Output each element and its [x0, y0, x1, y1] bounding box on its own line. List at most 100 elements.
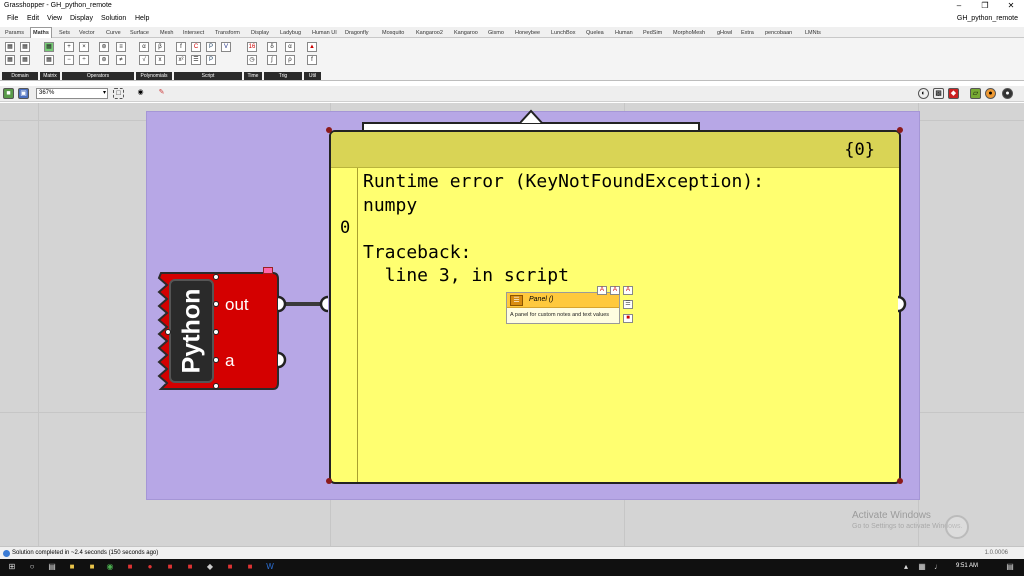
divide-operator-icon[interactable]: ÷: [79, 55, 89, 65]
preview-mesh-icon[interactable]: ▱: [970, 88, 981, 99]
volume-icon[interactable]: ♩: [932, 561, 944, 573]
polynomial-icon[interactable]: √: [139, 55, 149, 65]
preview-eye-icon[interactable]: ◉: [135, 88, 146, 99]
matrix-icon[interactable]: ▦: [44, 55, 54, 65]
menu-display[interactable]: Display: [70, 15, 93, 22]
input-port-label[interactable]: a: [225, 351, 234, 371]
minimize-icon[interactable]: –: [946, 0, 972, 12]
menu-view[interactable]: View: [47, 15, 62, 22]
tab-lunchbox[interactable]: LunchBox: [549, 28, 577, 38]
display-icon[interactable]: ●: [1002, 88, 1013, 99]
open-file-icon[interactable]: ■: [3, 88, 14, 99]
list-icon[interactable]: ☰: [623, 300, 633, 309]
subtract-operator-icon[interactable]: −: [64, 55, 74, 65]
tab-quelea[interactable]: Quelea: [584, 28, 606, 38]
save-icon[interactable]: ▣: [18, 88, 29, 99]
tab-kangaroo2[interactable]: Kangaroo2: [414, 28, 445, 38]
render-icon[interactable]: ●: [985, 88, 996, 99]
menu-help[interactable]: Help: [135, 15, 149, 22]
tab-surface[interactable]: Surface: [128, 28, 151, 38]
operator-icon[interactable]: ⊛: [99, 55, 109, 65]
function-icon[interactable]: f: [307, 55, 317, 65]
notifications-icon[interactable]: ▤: [1004, 561, 1016, 573]
trig-icon[interactable]: ∫: [267, 55, 277, 65]
operator-icon[interactable]: ≡: [116, 42, 126, 52]
app-icon[interactable]: ■: [244, 561, 256, 573]
chrome-icon[interactable]: ◉: [104, 561, 116, 573]
network-icon[interactable]: ▦: [916, 561, 928, 573]
menu-file[interactable]: File: [7, 15, 18, 22]
preview-off-icon[interactable]: ◐: [918, 88, 929, 99]
tab-gismo[interactable]: Gismo: [486, 28, 506, 38]
tab-honeybee[interactable]: Honeybee: [513, 28, 542, 38]
tab-display[interactable]: Display: [249, 28, 271, 38]
menu-solution[interactable]: Solution: [101, 15, 126, 22]
sketch-icon[interactable]: ✎: [156, 88, 167, 99]
font-icon[interactable]: A: [610, 286, 620, 295]
domain-icon[interactable]: ▦: [20, 55, 30, 65]
trig-icon[interactable]: ρ: [285, 55, 295, 65]
app-icon[interactable]: ■: [124, 561, 136, 573]
pdf-icon[interactable]: ■: [224, 561, 236, 573]
preview-shaded-icon[interactable]: ◆: [948, 88, 959, 99]
tab-mosquito[interactable]: Mosquito: [380, 28, 406, 38]
evaluate-icon[interactable]: x²: [176, 55, 186, 65]
python-component[interactable]: Python out a: [157, 267, 279, 391]
clock-icon[interactable]: ◷: [247, 55, 257, 65]
panel-input-grip[interactable]: [318, 295, 334, 313]
tab-transform[interactable]: Transform: [213, 28, 242, 38]
grasshopper-icon[interactable]: ◆: [204, 561, 216, 573]
tab-extra[interactable]: Extra: [739, 28, 756, 38]
python-script-icon[interactable]: P: [206, 42, 216, 52]
tab-maths[interactable]: Maths: [30, 27, 52, 38]
trig-icon[interactable]: α: [285, 42, 295, 52]
menu-edit[interactable]: Edit: [27, 15, 39, 22]
matrix-icon[interactable]: ▦: [44, 42, 54, 52]
polynomial-icon[interactable]: β: [155, 42, 165, 52]
windows-start-icon[interactable]: ⊞: [6, 561, 18, 573]
folder-icon[interactable]: ■: [86, 561, 98, 573]
tab-lmnts[interactable]: LMNts: [803, 28, 823, 38]
output-port-label[interactable]: out: [225, 295, 249, 315]
tab-curve[interactable]: Curve: [104, 28, 123, 38]
calendar-icon[interactable]: 16: [247, 42, 257, 52]
taskbar-clock[interactable]: 9:51 AM: [956, 563, 978, 569]
font-icon[interactable]: A: [623, 286, 633, 295]
tab-morphomesh[interactable]: MorphoMesh: [671, 28, 707, 38]
maximize-icon[interactable]: ❐: [972, 0, 998, 12]
polynomial-icon[interactable]: x: [155, 55, 165, 65]
app-icon[interactable]: ■: [164, 561, 176, 573]
domain-icon[interactable]: ▦: [5, 42, 15, 52]
tab-vector[interactable]: Vector: [77, 28, 97, 38]
tab-ghowl[interactable]: gHowl: [715, 28, 734, 38]
python-script-icon[interactable]: P: [206, 55, 216, 65]
color-swatch-icon[interactable]: ■: [623, 314, 633, 323]
tab-mesh[interactable]: Mesh: [158, 28, 175, 38]
tab-pedsim[interactable]: PedSim: [641, 28, 664, 38]
tab-human-ui[interactable]: Human UI: [310, 28, 339, 38]
tab-human[interactable]: Human: [613, 28, 635, 38]
word-icon[interactable]: W: [264, 561, 276, 573]
task-view-icon[interactable]: ▤: [46, 561, 58, 573]
zoom-select[interactable]: 367% ▾: [36, 88, 108, 99]
tab-ladybug[interactable]: Ladybug: [278, 28, 303, 38]
vb-script-icon[interactable]: V: [221, 42, 231, 52]
domain-icon[interactable]: ▦: [5, 55, 15, 65]
tab-params[interactable]: Params: [3, 28, 26, 38]
script-icon[interactable]: ☰: [191, 55, 201, 65]
multiply-operator-icon[interactable]: ×: [79, 42, 89, 52]
font-icon[interactable]: A: [597, 286, 607, 295]
trig-icon[interactable]: δ: [267, 42, 277, 52]
csharp-script-icon[interactable]: C: [191, 42, 201, 52]
panel-output-grip[interactable]: [896, 295, 912, 313]
tab-kangaroo[interactable]: Kangaroo: [452, 28, 480, 38]
operator-icon[interactable]: ≠: [116, 55, 126, 65]
tab-pencobaan[interactable]: pencobaan: [763, 28, 794, 38]
domain-icon[interactable]: ▦: [20, 42, 30, 52]
graph-icon[interactable]: ▲: [307, 42, 317, 52]
polynomial-icon[interactable]: α: [139, 42, 149, 52]
file-explorer-icon[interactable]: ■: [66, 561, 78, 573]
tray-chevron-icon[interactable]: ▴: [900, 561, 912, 573]
grasshopper-canvas[interactable]: Python out a {0} 0 Runtime error (KeyNot…: [0, 103, 1024, 546]
expression-icon[interactable]: f: [176, 42, 186, 52]
